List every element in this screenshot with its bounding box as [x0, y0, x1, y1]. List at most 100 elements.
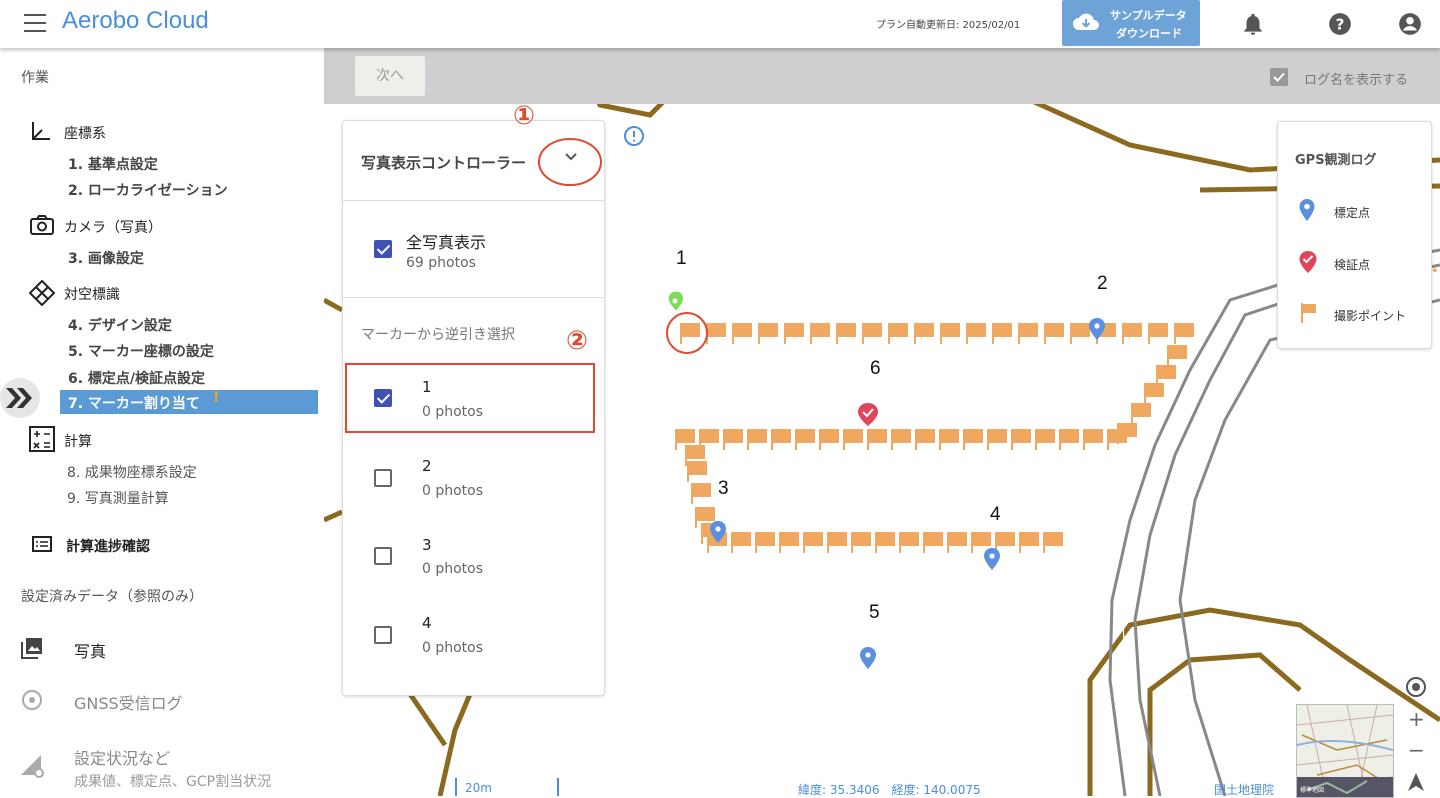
photo-point-flag[interactable]	[843, 429, 863, 450]
photo-point-flag[interactable]	[731, 532, 751, 553]
photo-point-flag[interactable]	[827, 532, 847, 553]
settings-status-subtext: 成果値、標定点、GCP割当状況	[74, 774, 272, 790]
warning-icon: !	[213, 390, 220, 406]
photo-point-flag[interactable]	[1011, 429, 1031, 450]
map-attribution[interactable]: 国土地理院	[1214, 781, 1274, 798]
photo-point-flag[interactable]	[899, 532, 919, 553]
photo-point-flag[interactable]	[914, 323, 934, 344]
account-icon[interactable]	[1397, 11, 1423, 37]
marker-checkbox-4[interactable]	[374, 626, 392, 644]
nav-step6[interactable]: 6. 標定点/検証点設定	[68, 368, 205, 388]
blue-pin-icon	[1299, 199, 1315, 221]
photo-point-flag[interactable]	[862, 323, 882, 344]
photo-point-flag[interactable]	[1059, 429, 1079, 450]
nav-step7-active[interactable]: 7. マーカー割り当て !	[60, 390, 318, 414]
nav-step8[interactable]: 8. 成果物座標系設定	[67, 462, 197, 482]
photo-point-flag[interactable]	[771, 429, 791, 450]
photo-point-flag[interactable]	[1070, 323, 1090, 344]
photo-point-flag[interactable]	[867, 429, 887, 450]
minimap[interactable]: 標準地図	[1296, 704, 1394, 798]
cloud-download-icon	[1073, 13, 1099, 30]
menu-icon[interactable]	[24, 14, 46, 32]
sample-data-download-button[interactable]: サンプルデータ ダウンロード	[1062, 0, 1200, 46]
photo-point-flag[interactable]	[1122, 323, 1142, 344]
zoom-out-button[interactable]: −	[1408, 738, 1425, 762]
photo-point-flag[interactable]	[680, 323, 700, 344]
photo-point-flag[interactable]	[1144, 383, 1164, 404]
photo-point-flag[interactable]	[1044, 323, 1064, 344]
photo-point-flag[interactable]	[888, 323, 908, 344]
legend-title: GPS観測ログ	[1295, 153, 1377, 168]
photo-point-flag[interactable]	[939, 429, 959, 450]
nav-step2[interactable]: 2. ローカライゼーション	[68, 180, 228, 200]
photo-point-flag[interactable]	[940, 323, 960, 344]
photo-point-flag[interactable]	[1043, 532, 1063, 553]
sidebar-toggle-button[interactable]	[0, 378, 40, 418]
photo-point-flag[interactable]	[691, 483, 711, 504]
photo-point-flag[interactable]	[706, 323, 726, 344]
divider	[343, 200, 604, 201]
photo-point-flag[interactable]	[723, 429, 743, 450]
photo-point-flag[interactable]	[784, 323, 804, 344]
show-log-names-checkbox[interactable]	[1270, 68, 1288, 86]
photo-point-flag[interactable]	[732, 323, 752, 344]
nav-step4[interactable]: 4. デザイン設定	[68, 315, 172, 335]
photo-point-flag[interactable]	[947, 532, 967, 553]
photo-point-flag[interactable]	[758, 323, 778, 344]
marker-checkbox-3[interactable]	[374, 547, 392, 565]
nav-photos[interactable]: 写真	[74, 638, 106, 662]
nav-aerial-target[interactable]: 対空標識	[64, 284, 120, 304]
photo-point-flag[interactable]	[810, 323, 830, 344]
nav-camera[interactable]: カメラ（写真）	[64, 217, 162, 237]
nav-gnss-log[interactable]: GNSS受信ログ	[74, 690, 183, 714]
marker-checkbox-1[interactable]	[374, 389, 392, 407]
zoom-in-button[interactable]: +	[1408, 707, 1425, 731]
photo-point-flag[interactable]	[1083, 429, 1103, 450]
gps-log-legend: GPS観測ログ 標定点 検証点 撮影ポイント	[1277, 121, 1432, 349]
bell-icon[interactable]	[1240, 11, 1266, 37]
annotation-circle-chevron	[538, 138, 602, 186]
double-chevron-right-icon	[6, 388, 32, 408]
photo-point-flag[interactable]	[995, 532, 1015, 553]
nav-progress-check[interactable]: 計算進捗確認	[66, 536, 150, 556]
nav-step5[interactable]: 5. マーカー座標の設定	[68, 341, 214, 361]
photo-point-flag[interactable]	[1107, 429, 1127, 450]
photo-point-flag[interactable]	[966, 323, 986, 344]
locate-icon[interactable]	[1405, 676, 1427, 698]
photo-point-flag[interactable]	[987, 429, 1007, 450]
marker-checkbox-2[interactable]	[374, 469, 392, 487]
photo-point-flag[interactable]	[923, 532, 943, 553]
photo-point-flag[interactable]	[1035, 429, 1055, 450]
help-icon[interactable]: ?	[1327, 11, 1353, 37]
photo-point-flag[interactable]	[1019, 532, 1039, 553]
photo-point-flag[interactable]	[1167, 345, 1187, 366]
nav-calculation[interactable]: 計算	[64, 431, 92, 451]
nav-step1[interactable]: 1. 基準点設定	[68, 154, 158, 174]
photo-point-flag[interactable]	[755, 532, 775, 553]
photo-point-flag[interactable]	[747, 429, 767, 450]
photo-point-flag[interactable]	[819, 429, 839, 450]
photo-point-flag[interactable]	[992, 323, 1012, 344]
photo-point-flag[interactable]	[1148, 323, 1168, 344]
north-arrow-icon[interactable]	[1407, 772, 1425, 792]
photo-point-flag[interactable]	[803, 532, 823, 553]
photo-point-flag[interactable]	[915, 429, 935, 450]
photo-point-flag[interactable]	[963, 429, 983, 450]
photo-point-flag[interactable]	[1018, 323, 1038, 344]
photo-point-flag[interactable]	[795, 429, 815, 450]
photo-point-flag[interactable]	[891, 429, 911, 450]
gcp-pin-5	[860, 647, 876, 669]
photo-point-flag[interactable]	[836, 323, 856, 344]
nav-coordinate-system[interactable]: 座標系	[64, 123, 106, 143]
photo-point-flag[interactable]	[1131, 403, 1151, 424]
next-button[interactable]: 次へ	[355, 56, 425, 96]
photo-point-flag[interactable]	[687, 461, 707, 482]
nav-step3[interactable]: 3. 画像設定	[68, 248, 144, 268]
photo-point-flag[interactable]	[1174, 323, 1194, 344]
photo-point-flag[interactable]	[851, 532, 871, 553]
photo-point-flag[interactable]	[779, 532, 799, 553]
all-photos-checkbox[interactable]	[374, 240, 392, 258]
nav-settings-status[interactable]: 設定状況など	[74, 745, 170, 769]
nav-step9[interactable]: 9. 写真測量計算	[67, 488, 169, 508]
photo-point-flag[interactable]	[875, 532, 895, 553]
